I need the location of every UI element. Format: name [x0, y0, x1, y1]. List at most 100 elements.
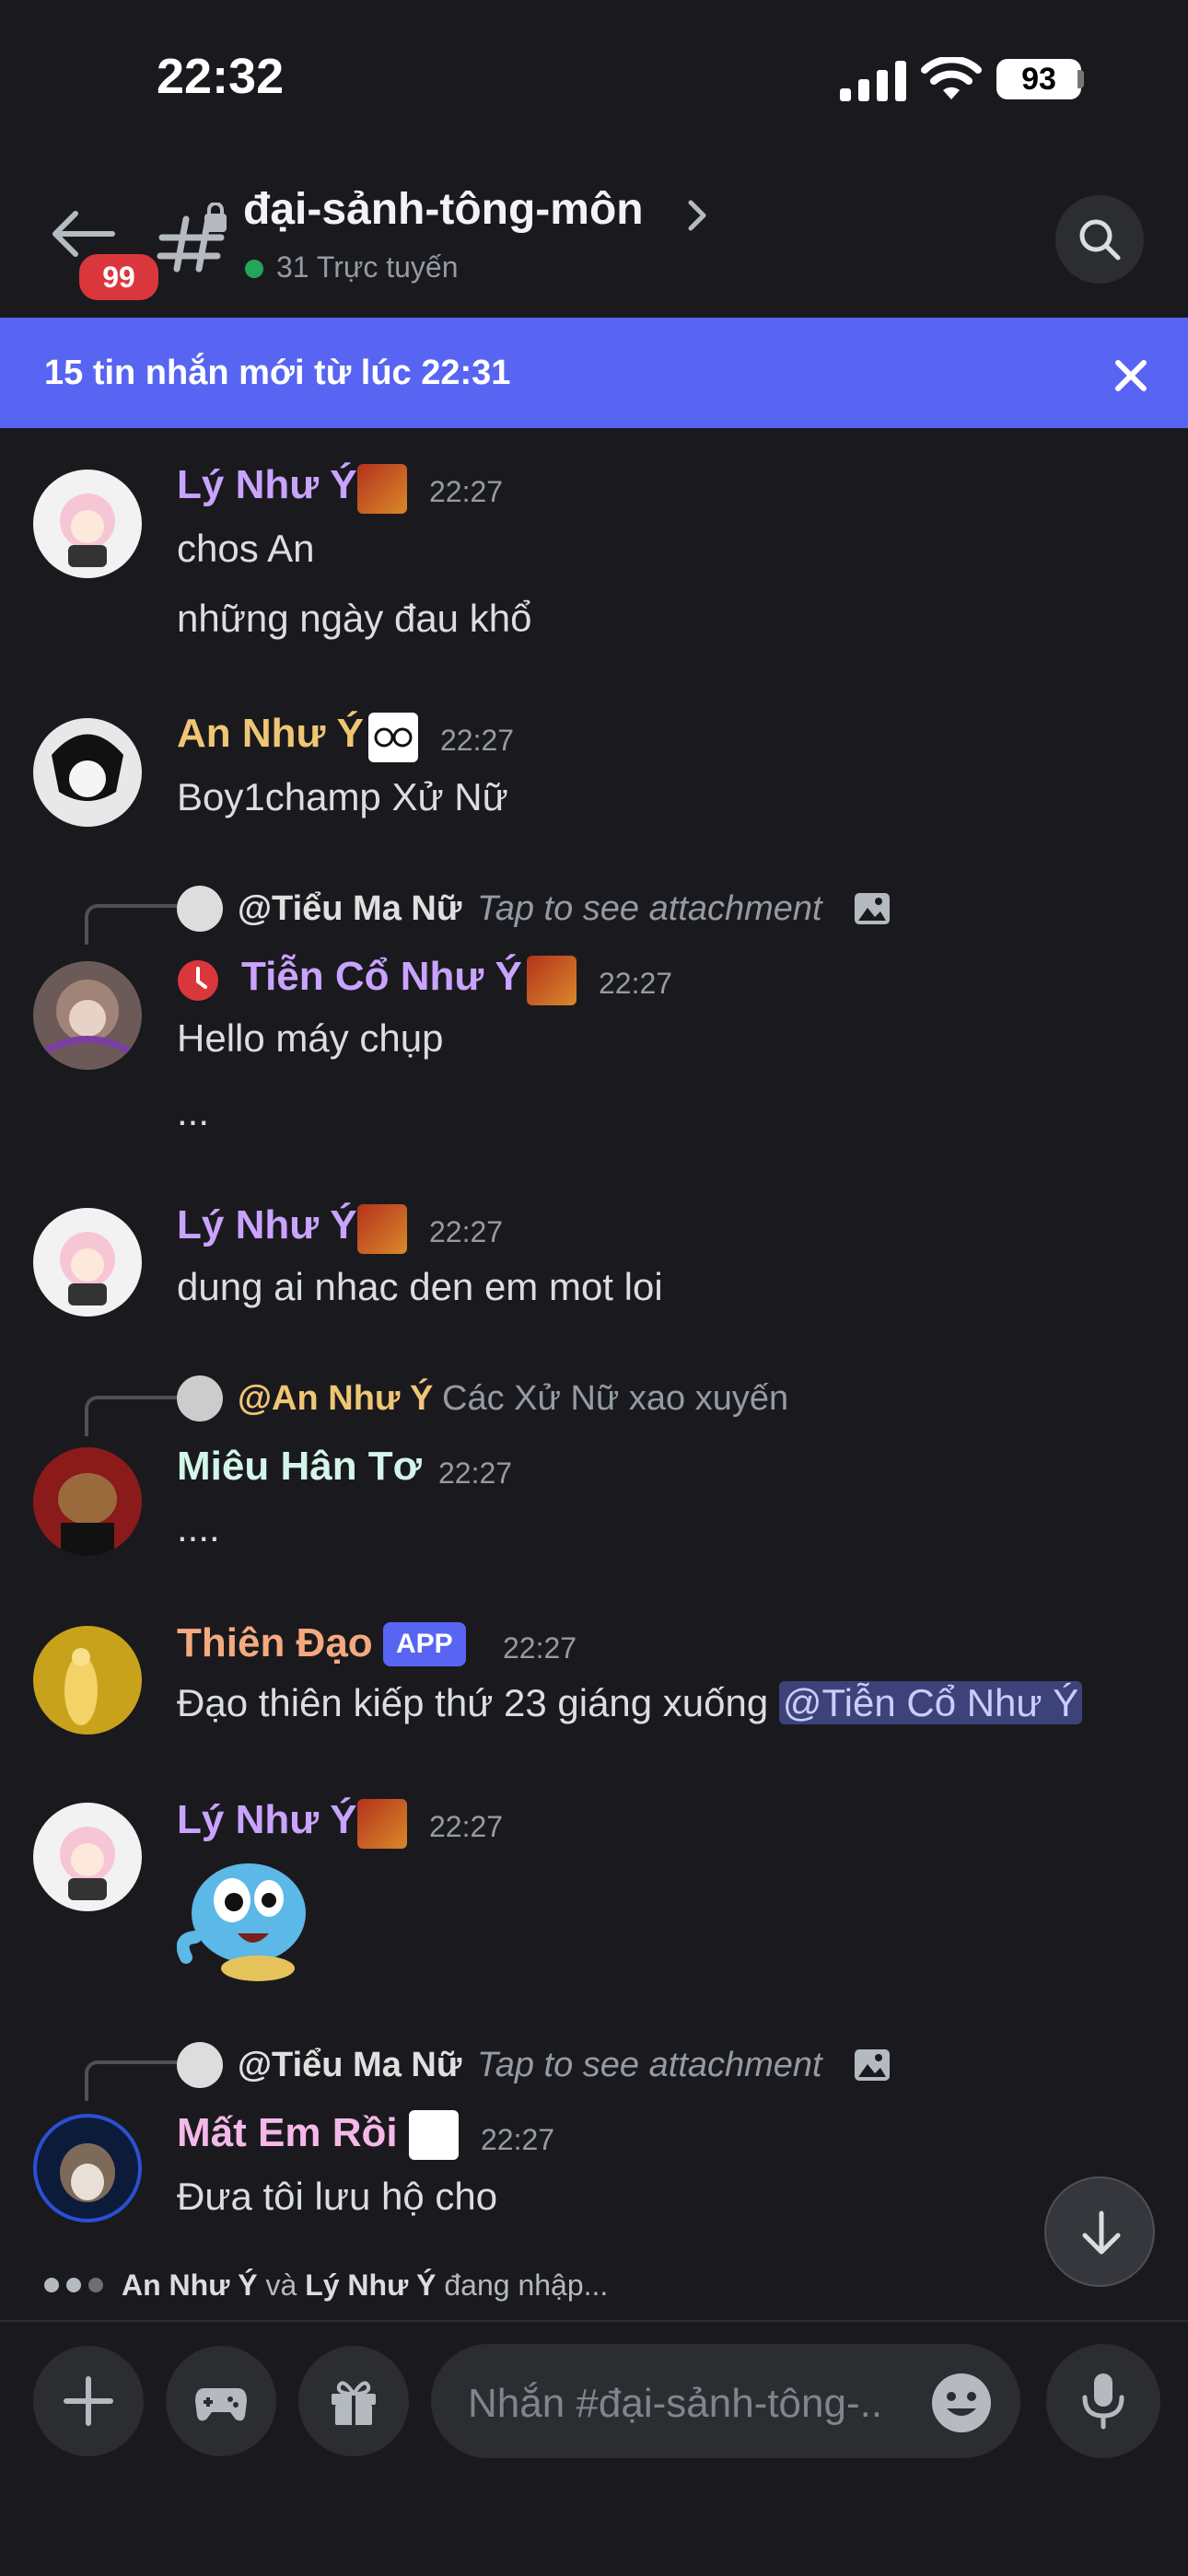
message-username[interactable]: Miêu Hân Tơ	[177, 1444, 422, 1490]
message-username[interactable]: Lý Như Ý	[177, 1202, 357, 1248]
typing-indicator: An Như Ý và Lý Như Ý đang nhập...	[122, 2269, 608, 2303]
unread-badge: 99	[74, 249, 164, 306]
reply-username[interactable]: @Tiểu Ma Nữ	[238, 2046, 461, 2085]
message-username[interactable]: Lý Như Ý	[177, 462, 357, 508]
anime-girl-avatar-icon	[60, 493, 115, 567]
chevron-right-icon[interactable]	[685, 197, 709, 234]
avatar[interactable]	[33, 1447, 142, 1556]
online-count: 31 Trực tuyến	[276, 250, 459, 284]
emoji-icon[interactable]	[930, 2372, 993, 2434]
message-username[interactable]: An Như Ý	[177, 711, 364, 757]
search-button[interactable]	[1055, 195, 1144, 284]
battery-nub	[1077, 70, 1084, 88]
typing-suffix: đang nhập...	[444, 2269, 609, 2302]
message-text: dung ai nhac den em mot loi	[177, 1265, 663, 1308]
battery-indicator: 93	[996, 59, 1081, 99]
message-text: Hello máy chụp	[177, 1016, 444, 1060]
reply-preview[interactable]: Các Xử Nữ xao xuyến	[442, 1379, 788, 1419]
timeout-warning-icon	[178, 960, 218, 1001]
manga-avatar-icon	[52, 734, 123, 801]
message-text-body: Đạo thiên kiếp thứ 23 giáng xuống	[177, 1681, 769, 1724]
gamepad-icon	[195, 2388, 247, 2421]
avatar[interactable]	[33, 470, 142, 578]
golden-deity-avatar-icon	[64, 1648, 98, 1725]
reply-preview[interactable]: Tap to see attachment	[477, 2046, 822, 2085]
user-mention[interactable]: @Tiễn Cổ Như Ý	[778, 1681, 1083, 1724]
avatar[interactable]	[33, 1626, 142, 1735]
typing-connector: và	[265, 2269, 297, 2302]
typing-user: Lý Như Ý	[305, 2269, 437, 2302]
avatar[interactable]	[33, 1208, 142, 1317]
reply-connector	[85, 1396, 177, 1436]
app-tag: APP	[383, 1622, 466, 1666]
eyes-emoji-icon	[374, 727, 413, 748]
message-text: ...	[177, 1090, 210, 1133]
message-username[interactable]: Lý Như Ý	[177, 1797, 357, 1843]
search-icon	[1079, 219, 1121, 261]
plus-icon	[64, 2376, 113, 2426]
reply-preview[interactable]: Tap to see attachment	[477, 889, 822, 929]
message-time: 22:27	[429, 475, 504, 508]
reply-connector	[85, 2060, 177, 2101]
avatar[interactable]	[33, 1803, 142, 1911]
message-time: 22:27	[503, 1631, 577, 1665]
message-text: chos An	[177, 527, 315, 570]
new-messages-text: 15 tin nhắn mới từ lúc 22:31	[44, 354, 511, 392]
typing-dot	[88, 2278, 103, 2292]
gift-button[interactable]	[298, 2346, 409, 2456]
reply-username[interactable]: @An Như Ý	[238, 1379, 433, 1419]
jump-to-bottom-button[interactable]	[1044, 2176, 1155, 2287]
locked-channel-icon	[157, 203, 227, 273]
message-time: 22:27	[440, 724, 515, 757]
reply-avatar	[177, 2042, 223, 2088]
cellular-signal-icon	[840, 61, 906, 101]
message-input-placeholder[interactable]: Nhắn #đại-sảnh-tông-..	[468, 2381, 882, 2427]
add-attachment-button[interactable]	[33, 2346, 144, 2456]
avatar[interactable]	[33, 2114, 142, 2222]
online-dot	[245, 260, 263, 278]
message-text: Đưa tôi lưu hộ cho	[177, 2175, 498, 2218]
message-time: 22:27	[429, 1810, 504, 1843]
role-icon	[357, 1799, 407, 1849]
squirtle-sticker-icon[interactable]	[177, 1856, 315, 1985]
typing-dot	[44, 2278, 59, 2292]
message-text: ....	[177, 1506, 220, 1549]
wifi-icon	[921, 57, 982, 99]
role-icon	[368, 713, 418, 762]
role-icon	[409, 2110, 459, 2160]
anime-girl-avatar-icon	[60, 1827, 115, 1900]
message-time: 22:27	[481, 2123, 555, 2156]
image-icon	[855, 2049, 890, 2081]
voice-message-button[interactable]	[1046, 2344, 1160, 2458]
close-icon[interactable]	[1112, 357, 1149, 394]
status-time: 22:32	[157, 49, 285, 104]
message-username[interactable]: Tiễn Cổ Như Ý	[241, 954, 522, 1000]
reply-username[interactable]: @Tiểu Ma Nữ	[238, 889, 461, 929]
message-text: Đạo thiên kiếp thứ 23 giáng xuống @Tiễn …	[177, 1681, 1083, 1725]
message-text: Boy1champ Xử Nữ	[177, 775, 508, 818]
message-username[interactable]: Thiên Đạo	[177, 1620, 373, 1666]
message-username[interactable]: Mất Em Rồi	[177, 2110, 398, 2156]
reply-avatar	[177, 886, 223, 932]
channel-name[interactable]: đại-sảnh-tông-môn	[243, 184, 644, 235]
message-time: 22:27	[599, 967, 673, 1000]
typing-dot	[66, 2278, 81, 2292]
anime-girl-avatar-icon	[60, 1232, 115, 1305]
message-time: 22:27	[438, 1456, 513, 1490]
husky-avatar-icon	[60, 2143, 115, 2202]
role-icon	[357, 464, 407, 514]
reply-avatar	[177, 1375, 223, 1421]
reply-connector	[85, 904, 177, 945]
role-icon	[527, 956, 577, 1005]
arrow-down-icon	[1082, 2210, 1121, 2255]
avatar[interactable]	[33, 718, 142, 827]
message-time: 22:27	[429, 1215, 504, 1248]
role-icon	[357, 1204, 407, 1254]
message-text: những ngày đau khổ	[177, 597, 532, 640]
microphone-icon	[1082, 2373, 1124, 2430]
chibi-avatar-icon	[40, 980, 135, 1057]
typing-user: An Như Ý	[122, 2269, 258, 2302]
avatar[interactable]	[33, 961, 142, 1070]
activities-button[interactable]	[166, 2346, 276, 2456]
gift-icon	[332, 2381, 376, 2425]
